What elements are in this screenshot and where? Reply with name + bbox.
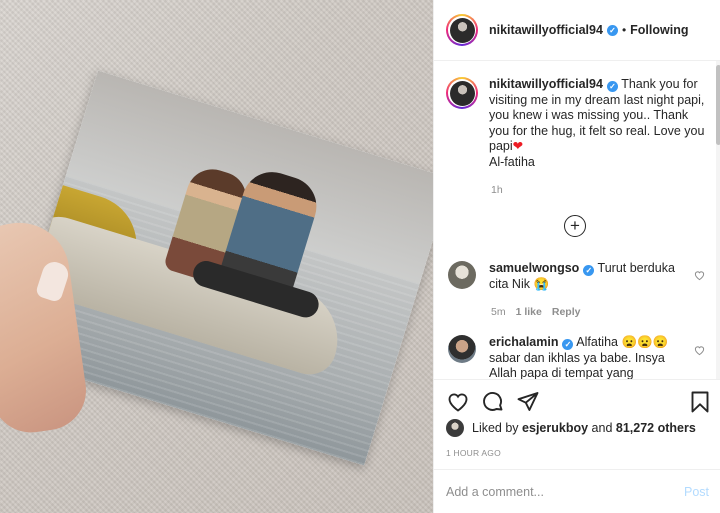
- comment-input[interactable]: [446, 485, 684, 499]
- likes-and: and: [591, 421, 613, 435]
- send-icon[interactable]: [516, 390, 540, 414]
- bookmark-icon[interactable]: [688, 390, 712, 414]
- verified-badge-icon: ✓: [583, 265, 595, 276]
- add-comment-bar: Post: [434, 469, 720, 513]
- following-button[interactable]: Following: [630, 23, 688, 37]
- verified-badge-icon: ✓: [562, 339, 574, 350]
- caption-text-2: Al-fatiha: [489, 154, 535, 169]
- commenter-avatar[interactable]: [448, 335, 476, 363]
- liker-username[interactable]: esjerukboy: [522, 421, 588, 435]
- heart-icon[interactable]: [446, 390, 470, 414]
- commenter-avatar[interactable]: [448, 261, 476, 289]
- verified-badge-icon: ✓: [606, 81, 618, 92]
- comment-like-heart-icon[interactable]: [694, 270, 705, 281]
- caption-timestamp: 1h: [491, 184, 503, 196]
- liker-avatar: [446, 419, 464, 437]
- verified-badge-icon: ✓: [606, 24, 618, 36]
- reply-button[interactable]: Reply: [552, 306, 581, 318]
- comments-scroll-area[interactable]: nikitawillyofficial94 ✓ Thank you for vis…: [434, 61, 720, 379]
- scrollbar-thumb[interactable]: [716, 65, 720, 145]
- comment-like-heart-icon[interactable]: [694, 345, 705, 356]
- comment-meta: 5m 1 like Reply: [491, 306, 580, 318]
- caption-avatar[interactable]: [446, 77, 478, 109]
- comment-like-count[interactable]: 1 like: [516, 306, 542, 318]
- post-timestamp: 1 HOUR AGO: [446, 448, 501, 458]
- likes-prefix: Liked by: [472, 421, 519, 435]
- scrollbar[interactable]: [716, 61, 720, 379]
- comment-icon[interactable]: [481, 390, 505, 414]
- post-side-panel: nikitawillyofficial94 ✓ • Following niki…: [433, 0, 720, 513]
- post-actions: Liked by esjerukboy and 81,272 others 1 …: [434, 379, 720, 513]
- comment-item: samuelwongso ✓ Turut berduka cita Nik 😭: [446, 261, 708, 292]
- header-username[interactable]: nikitawillyofficial94: [489, 23, 603, 37]
- post-button[interactable]: Post: [684, 485, 709, 499]
- caption-username[interactable]: nikitawillyofficial94: [489, 77, 603, 91]
- caption: nikitawillyofficial94 ✓ Thank you for vis…: [446, 77, 708, 170]
- separator-dot: •: [621, 23, 627, 37]
- commenter-username[interactable]: erichalamin: [489, 335, 558, 349]
- post-header: nikitawillyofficial94 ✓ • Following: [434, 0, 720, 61]
- post-photo[interactable]: [0, 0, 433, 513]
- comment-item: erichalamin ✓ Alfatiha 😦😦😦 sabar dan ikhl…: [446, 335, 708, 379]
- header-avatar[interactable]: [446, 14, 478, 46]
- red-heart-emoji: ❤: [512, 139, 524, 153]
- commenter-username[interactable]: samuelwongso: [489, 261, 579, 275]
- likes-count[interactable]: 81,272 others: [616, 421, 696, 435]
- comment-timestamp: 5m: [491, 306, 506, 318]
- likes-summary[interactable]: Liked by esjerukboy and 81,272 others: [446, 419, 696, 437]
- plus-circle-icon[interactable]: +: [564, 215, 586, 237]
